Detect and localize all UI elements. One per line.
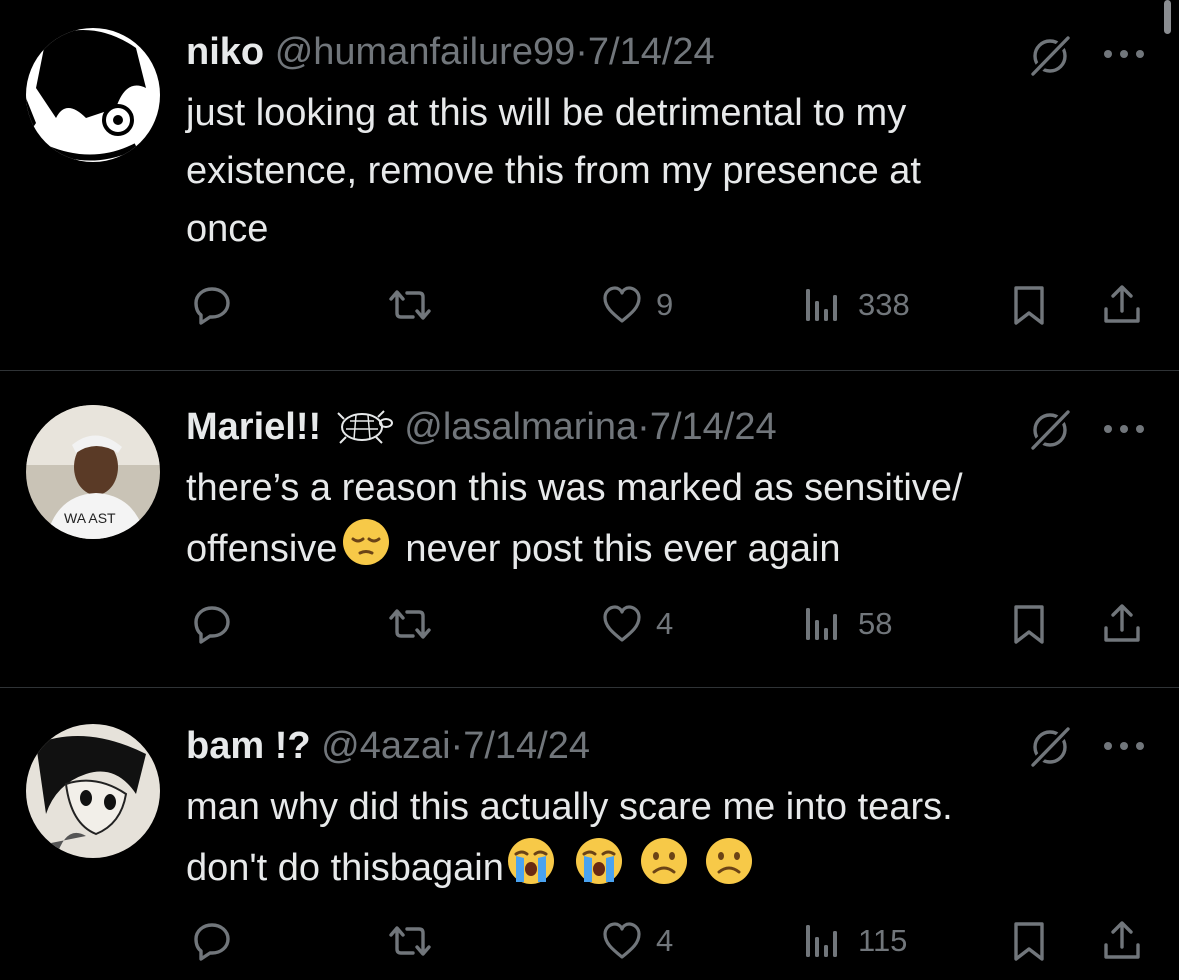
avatar[interactable] — [26, 28, 160, 162]
like-count: 4 — [656, 606, 674, 641]
bookmark-button[interactable] — [1007, 280, 1051, 330]
pensive-face-emoji — [341, 517, 391, 584]
more-options-icon[interactable] — [1100, 44, 1148, 64]
timestamp[interactable]: 7/14/24 — [588, 31, 715, 73]
reply-text: there’s a reason this was marked as sens… — [186, 459, 1126, 584]
like-button[interactable]: 4 — [600, 916, 673, 966]
share-icon — [1100, 919, 1144, 963]
grok-icon[interactable] — [1027, 724, 1073, 770]
reply-header: bam !? @4azai·7/14/24 — [186, 724, 590, 768]
share-button[interactable] — [1100, 916, 1144, 966]
like-count: 9 — [656, 287, 674, 322]
timestamp[interactable]: 7/14/24 — [463, 725, 590, 767]
views-icon — [802, 283, 846, 327]
turtle-emoji — [332, 405, 394, 455]
view-count: 58 — [858, 606, 893, 641]
share-button[interactable] — [1100, 599, 1144, 649]
retweet-icon — [385, 283, 435, 327]
user-handle[interactable]: @humanfailure99 — [275, 31, 576, 73]
avatar[interactable] — [26, 724, 160, 858]
grok-icon[interactable] — [1027, 33, 1073, 79]
share-icon — [1100, 602, 1144, 646]
retweet-icon — [385, 602, 435, 646]
reply-1[interactable]: niko @humanfailure99·7/14/24 just lookin… — [0, 0, 1179, 370]
separator-dot: · — [450, 725, 464, 767]
action-bar: 4 115 — [0, 916, 1179, 966]
grok-icon[interactable] — [1027, 407, 1073, 453]
share-icon — [1100, 283, 1144, 327]
more-options-icon[interactable] — [1100, 736, 1148, 756]
more-options-icon[interactable] — [1100, 419, 1148, 439]
loudly-crying-face-emoji — [506, 836, 556, 903]
retweet-icon — [385, 919, 435, 963]
reply-text: man why did this actually scare me into … — [186, 778, 1126, 903]
text-segment: never post this ever again — [405, 528, 841, 570]
separator-dot: · — [575, 31, 588, 73]
like-button[interactable]: 4 — [600, 599, 673, 649]
like-button[interactable]: 9 — [600, 280, 673, 330]
reply-icon — [190, 283, 234, 327]
display-name[interactable]: niko — [186, 31, 264, 73]
bookmark-button[interactable] — [1007, 599, 1051, 649]
reply-2[interactable]: WA AST Mariel!! @lasalmarina·7/14/24 the… — [0, 371, 1179, 687]
text-line: offensive never post this ever again — [186, 517, 1126, 584]
user-handle[interactable]: @4azai — [321, 725, 450, 767]
text-segment: offensive — [186, 528, 338, 570]
display-name[interactable]: Mariel!! — [186, 406, 321, 448]
text-line: once — [186, 208, 269, 250]
reply-3[interactable]: bam !? @4azai·7/14/24 man why did this a… — [0, 688, 1179, 980]
heart-icon — [600, 602, 644, 646]
text-line: man why did this actually scare me into … — [186, 786, 953, 828]
frowning-face-emoji — [704, 836, 754, 903]
timestamp[interactable]: 7/14/24 — [650, 406, 777, 448]
bookmark-icon — [1007, 602, 1051, 646]
views-button[interactable]: 115 — [802, 916, 907, 966]
reply-button[interactable] — [190, 599, 234, 649]
reply-header: Mariel!! @lasalmarina·7/14/24 — [186, 405, 777, 455]
share-button[interactable] — [1100, 280, 1144, 330]
text-line: don't do thisbagain — [186, 836, 1126, 903]
bookmark-button[interactable] — [1007, 916, 1051, 966]
loudly-crying-face-emoji — [574, 836, 624, 903]
svg-text:WA AST: WA AST — [64, 510, 116, 526]
reply-text: just looking at this will be detrimental… — [186, 84, 1126, 258]
action-bar: 9 338 — [0, 280, 1179, 330]
views-button[interactable]: 58 — [802, 599, 892, 649]
text-line: existence, remove this from my presence … — [186, 150, 921, 192]
heart-icon — [600, 919, 644, 963]
reply-header: niko @humanfailure99·7/14/24 — [186, 30, 715, 74]
text-segment: don't do thisbagain — [186, 847, 504, 889]
reply-button[interactable] — [190, 916, 234, 966]
text-line: there’s a reason this was marked as sens… — [186, 467, 963, 509]
display-name[interactable]: bam !? — [186, 725, 311, 767]
heart-icon — [600, 283, 644, 327]
reply-icon — [190, 919, 234, 963]
bookmark-icon — [1007, 283, 1051, 327]
retweet-button[interactable] — [385, 280, 435, 330]
retweet-button[interactable] — [385, 916, 435, 966]
view-count: 338 — [858, 287, 910, 322]
action-bar: 4 58 — [0, 599, 1179, 649]
views-icon — [802, 919, 846, 963]
frowning-face-emoji — [639, 836, 689, 903]
avatar[interactable]: WA AST — [26, 405, 160, 539]
bookmark-icon — [1007, 919, 1051, 963]
like-count: 4 — [656, 923, 674, 958]
separator-dot: · — [637, 406, 650, 448]
text-line: just looking at this will be detrimental… — [186, 92, 907, 134]
reply-icon — [190, 602, 234, 646]
view-count: 115 — [858, 923, 908, 958]
views-button[interactable]: 338 — [802, 280, 910, 330]
reply-button[interactable] — [190, 280, 234, 330]
user-handle[interactable]: @lasalmarina — [404, 406, 637, 448]
views-icon — [802, 602, 846, 646]
retweet-button[interactable] — [385, 599, 435, 649]
